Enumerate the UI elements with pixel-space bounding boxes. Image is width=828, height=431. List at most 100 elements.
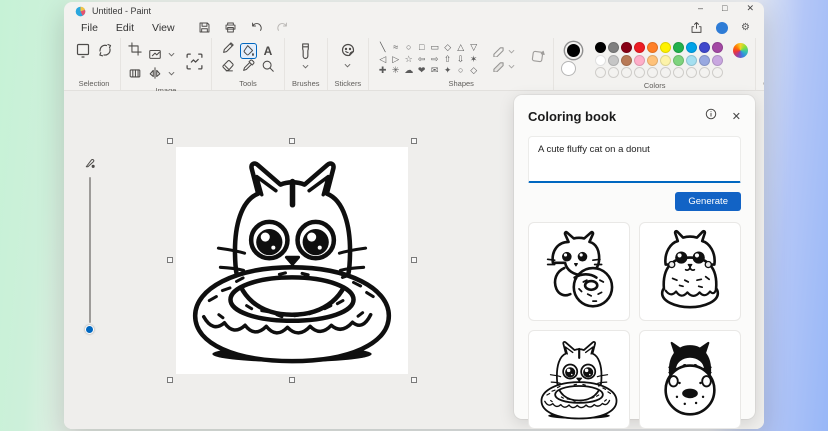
palette-swatch-5[interactable]	[660, 42, 672, 53]
palette-swatch-2[interactable]	[621, 42, 633, 53]
menu-edit[interactable]: Edit	[107, 20, 143, 36]
shape-15[interactable]: ✶	[467, 54, 480, 66]
palette-swatch-19[interactable]	[712, 54, 724, 66]
palette-empty-slot-1[interactable]	[608, 67, 620, 78]
close-button[interactable]: ✕	[746, 3, 754, 14]
marquee-icon[interactable]	[128, 66, 142, 85]
palette-empty-slot-7[interactable]	[686, 67, 698, 78]
palette-empty-slot-3[interactable]	[634, 67, 646, 78]
palette-swatch-8[interactable]	[699, 42, 711, 53]
thumbnail-cat-head-in-donut[interactable]	[528, 330, 630, 429]
flip-rotate-control[interactable]	[148, 66, 175, 80]
fill-tool-icon[interactable]	[239, 42, 257, 59]
shape-20[interactable]: ✉	[428, 65, 441, 77]
info-icon[interactable]	[705, 107, 717, 125]
generate-button[interactable]: Generate	[675, 192, 741, 211]
brushes-control[interactable]	[298, 42, 313, 69]
remove-background-icon[interactable]	[185, 52, 204, 76]
color1-swatch[interactable]	[565, 42, 583, 59]
crop-icon[interactable]	[128, 42, 142, 61]
shape-17[interactable]: ✳	[389, 65, 402, 77]
palette-empty-slot-5[interactable]	[660, 67, 672, 78]
brush-size-slider[interactable]	[83, 157, 97, 334]
palette-empty-slot-9[interactable]	[712, 67, 724, 78]
thumbnail-cat-hugging-donut[interactable]	[528, 222, 630, 321]
shape-19[interactable]: ❤	[415, 65, 428, 77]
shape-13[interactable]: ⇧	[441, 54, 454, 66]
magnifier-icon[interactable]	[261, 59, 275, 78]
menu-file[interactable]: File	[72, 20, 107, 36]
palette-swatch-18[interactable]	[699, 54, 711, 66]
shape-18[interactable]: ☁	[402, 65, 415, 77]
palette-empty-slot-6[interactable]	[673, 67, 685, 78]
paint-canvas[interactable]	[176, 147, 408, 374]
palette-swatch-11[interactable]	[608, 54, 620, 66]
print-icon[interactable]	[224, 21, 237, 34]
shape-9[interactable]: ▷	[389, 54, 402, 66]
palette-swatch-3[interactable]	[634, 42, 646, 53]
slider-thumb[interactable]	[85, 325, 94, 334]
minimize-button[interactable]: –	[698, 3, 703, 14]
menu-view[interactable]: View	[143, 20, 184, 36]
panel-close-icon[interactable]: ✕	[732, 110, 741, 123]
settings-icon[interactable]: ⚙	[741, 22, 750, 33]
selection-handle-s[interactable]	[289, 377, 295, 383]
shape-22[interactable]: ○	[454, 65, 467, 77]
palette-swatch-1[interactable]	[608, 42, 620, 53]
selection-handle-ne[interactable]	[411, 138, 417, 144]
shape-4[interactable]: ▭	[428, 42, 441, 54]
palette-swatch-12[interactable]	[621, 54, 633, 66]
shape-12[interactable]: ⇨	[428, 54, 441, 66]
shape-6[interactable]: △	[454, 42, 467, 54]
stickers-control[interactable]	[340, 42, 356, 68]
shape-11[interactable]: ⇦	[415, 54, 428, 66]
eraser-icon[interactable]	[221, 59, 235, 78]
account-avatar[interactable]	[716, 21, 729, 34]
palette-swatch-0[interactable]	[595, 42, 607, 53]
selection-handle-n[interactable]	[289, 138, 295, 144]
undo-icon[interactable]	[250, 21, 263, 34]
selection-handle-nw[interactable]	[167, 138, 173, 144]
shape-14[interactable]: ⇩	[454, 54, 467, 66]
prompt-input[interactable]: A cute fluffy cat on a donut	[528, 136, 741, 183]
palette-swatch-7[interactable]	[686, 42, 698, 53]
shape-23[interactable]: ◇	[467, 65, 480, 77]
redo-icon[interactable]	[276, 21, 289, 34]
palette-swatch-10[interactable]	[595, 54, 607, 66]
palette-empty-slot-8[interactable]	[699, 67, 711, 78]
shape-16[interactable]: ✚	[376, 65, 389, 77]
palette-swatch-16[interactable]	[673, 54, 685, 66]
rect-select-icon[interactable]	[75, 42, 91, 63]
freeform-select-icon[interactable]	[97, 42, 113, 63]
palette-swatch-17[interactable]	[686, 54, 698, 66]
thumbnail-fluffy-cat-on-donut[interactable]	[639, 222, 741, 321]
selection-handle-sw[interactable]	[167, 377, 173, 383]
shape-5[interactable]: ◇	[441, 42, 454, 54]
color2-swatch[interactable]	[561, 61, 577, 76]
selection-handle-e[interactable]	[411, 257, 417, 263]
shape-1[interactable]: ≈	[389, 42, 402, 54]
share-icon[interactable]	[690, 21, 703, 34]
eyedropper-icon[interactable]	[241, 59, 255, 78]
slider-track[interactable]	[89, 177, 91, 323]
selection-handle-se[interactable]	[411, 377, 417, 383]
selection-handle-w[interactable]	[167, 257, 173, 263]
palette-swatch-6[interactable]	[673, 42, 685, 53]
shape-3[interactable]: □	[415, 42, 428, 54]
shape-8[interactable]: ◁	[376, 54, 389, 66]
palette-swatch-9[interactable]	[712, 42, 724, 53]
shape-0[interactable]: ╲	[376, 42, 389, 54]
text-tool-icon[interactable]: A	[264, 45, 273, 57]
palette-swatch-4[interactable]	[647, 42, 659, 53]
shape-10[interactable]: ☆	[402, 54, 415, 66]
thumbnail-bw-cat-behind-donut[interactable]	[639, 330, 741, 429]
shape-outline-control[interactable]	[492, 46, 515, 58]
palette-empty-slot-4[interactable]	[647, 67, 659, 78]
pencil-icon[interactable]	[221, 41, 235, 60]
palette-swatch-14[interactable]	[647, 54, 659, 66]
shape-fill-control[interactable]	[492, 61, 515, 73]
shape-21[interactable]: ✦	[441, 65, 454, 77]
edit-colors-icon[interactable]	[733, 43, 749, 58]
palette-empty-slot-2[interactable]	[621, 67, 633, 78]
shape-2[interactable]: ○	[402, 42, 415, 54]
